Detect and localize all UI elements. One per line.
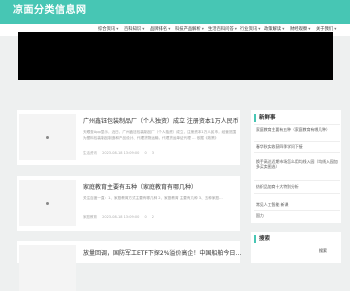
meta-comments: 3 <box>151 151 155 155</box>
sidebar-news-item[interactable]: 纺织品加商十大特别分析 <box>256 184 338 189</box>
meta-category[interactable]: 生活资讯 <box>83 151 97 155</box>
loading-icon <box>46 136 49 139</box>
sidebar-news-item[interactable]: 国力 <box>256 213 338 218</box>
post-card: 家庭教育主要有五种（家庭教育有哪几种） 关注百度一直：1、家庭教育方式主要有哪几… <box>17 176 240 231</box>
divider <box>254 210 340 211</box>
banner[interactable] <box>18 32 333 80</box>
meta-comments: 2 <box>151 215 155 219</box>
post-excerpt: 关注百度一直：1、家庭教育方式主要有哪几种 2、家庭教育 主要有几种 3、五种家… <box>83 196 223 200</box>
sidebar-news-item[interactable]: 常见人工智能 新课 <box>256 202 338 207</box>
meta-views: 0 <box>144 151 147 155</box>
divider <box>254 124 340 125</box>
post-excerpt: 天眼查App显示，近日，广州鑫钰包装制品厂（个人独资）成立，注册资本1万人民币，… <box>83 130 237 140</box>
post-meta: 家庭教育 2023-08-18 13:09:00 0 2 <box>83 215 158 220</box>
sidebar-news-item[interactable]: 家庭教育主要有五种（家庭教育有哪几种） <box>256 127 338 132</box>
post-thumbnail[interactable] <box>19 245 76 291</box>
meta-category[interactable]: 家庭教育 <box>83 215 97 219</box>
post-title[interactable]: 家庭教育主要有五种（家庭教育有哪几种） <box>83 184 197 192</box>
sidebar-new-title: 新鲜事 <box>254 114 276 122</box>
sidebar-news-item[interactable]: 换手高达近期市场怎么用均线入园（均线入园加多买卖图选） <box>256 159 338 169</box>
divider <box>254 193 340 194</box>
divider <box>254 141 340 142</box>
divider <box>254 152 340 153</box>
meta-date: 2023-08-18 13:09:00 <box>102 215 140 219</box>
post-meta: 生活资讯 2023-08-18 13:09:00 0 3 <box>83 151 158 156</box>
loading-icon <box>46 202 49 205</box>
meta-views: 0 <box>144 215 147 219</box>
post-title[interactable]: 广州鑫钰包装制品厂（个人独资）成立 注册资本1万人民币 <box>83 118 239 126</box>
sidebar-search-title: 搜索 <box>254 235 270 243</box>
search-input[interactable] <box>257 247 315 254</box>
chevron-down-icon: ▾ <box>334 27 337 32</box>
post-thumbnail[interactable] <box>19 114 76 160</box>
sidebar-news-item[interactable]: 春华秋实收获四季学问下接 <box>256 144 338 149</box>
post-card: 放量回调，国防军工ETF下探2%溢价高企！中国船舶今日… <box>17 241 241 291</box>
post-thumbnail[interactable] <box>19 180 76 226</box>
site-header: 凉面分类信息网 <box>0 0 350 24</box>
divider <box>254 180 340 181</box>
post-title[interactable]: 放量回调，国防军工ETF下探2%溢价高企！中国船舶今日… <box>83 250 241 258</box>
meta-date: 2023-08-18 13:09:00 <box>102 151 140 155</box>
site-logo[interactable]: 凉面分类信息网 <box>13 4 87 18</box>
post-card: 广州鑫钰包装制品厂（个人独资）成立 注册资本1万人民币 天眼查App显示，近日，… <box>17 110 240 165</box>
search-button[interactable]: 搜索 <box>313 247 333 254</box>
